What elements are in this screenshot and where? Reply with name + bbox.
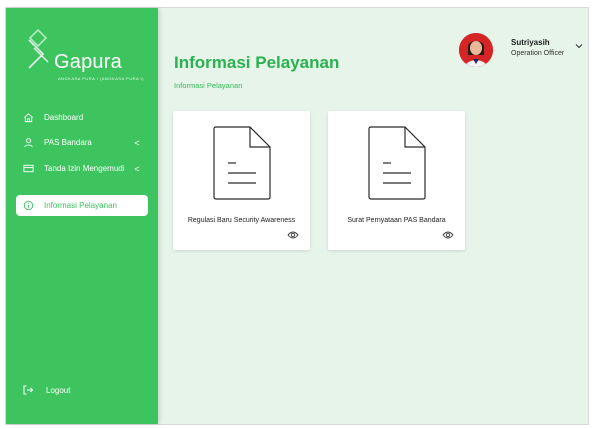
document-icon	[368, 126, 426, 200]
chevron-down-icon[interactable]	[574, 41, 584, 51]
card-title: Regulasi Baru Security Awareness	[187, 217, 296, 224]
sidebar: Gapura ANGKASA PURA I (ANGKASA PURA I) D…	[6, 8, 158, 424]
document-card[interactable]: Regulasi Baru Security Awareness	[173, 111, 310, 250]
sidebar-item-pas-bandara[interactable]: PAS Bandara <	[16, 132, 148, 153]
sidebar-item-informasi-pelayanan[interactable]: Informasi Pelayanan	[16, 195, 148, 216]
card-title: Surat Pernyataan PAS Bandara	[347, 217, 446, 224]
document-icon	[213, 126, 271, 200]
info-icon	[22, 200, 34, 212]
app-window: Gapura ANGKASA PURA I (ANGKASA PURA I) D…	[5, 7, 589, 425]
user-name: Sutriyasih	[511, 38, 550, 47]
home-icon	[22, 112, 34, 124]
sidebar-item-label: Tanda Izin Mengemudi	[44, 164, 125, 173]
sidebar-item-label: Informasi Pelayanan	[44, 201, 117, 210]
document-card[interactable]: Surat Pernyataan PAS Bandara	[328, 111, 465, 250]
brand-name: Gapura	[54, 51, 122, 73]
avatar	[459, 33, 493, 67]
eye-icon[interactable]	[442, 230, 454, 240]
eye-icon[interactable]	[287, 230, 299, 240]
logout-icon	[22, 384, 34, 396]
sidebar-item-label: Dashboard	[44, 113, 84, 122]
page-title: Informasi Pelayanan	[174, 53, 340, 72]
user-menu[interactable]: Sutriyasih Operation Officer	[459, 33, 587, 69]
sidebar-item-label: PAS Bandara	[44, 138, 92, 147]
chevron-left-icon: <	[134, 163, 140, 174]
logout-button[interactable]: Logout	[22, 384, 70, 396]
logout-label: Logout	[46, 385, 71, 395]
sidebar-item-tanda-izin-mengemudi[interactable]: Tanda Izin Mengemudi <	[16, 158, 148, 179]
brand-tagline: ANGKASA PURA I (ANGKASA PURA I)	[58, 76, 144, 81]
card-icon	[22, 163, 34, 175]
user-icon	[22, 137, 34, 149]
breadcrumb[interactable]: Informasi Pelayanan	[174, 81, 242, 90]
brand-logo: Gapura ANGKASA PURA I (ANGKASA PURA I)	[24, 24, 144, 84]
gapura-logo-icon	[28, 28, 49, 69]
chevron-left-icon: <	[134, 137, 140, 148]
user-role: Operation Officer	[511, 50, 565, 57]
sidebar-item-dashboard[interactable]: Dashboard	[16, 107, 148, 128]
